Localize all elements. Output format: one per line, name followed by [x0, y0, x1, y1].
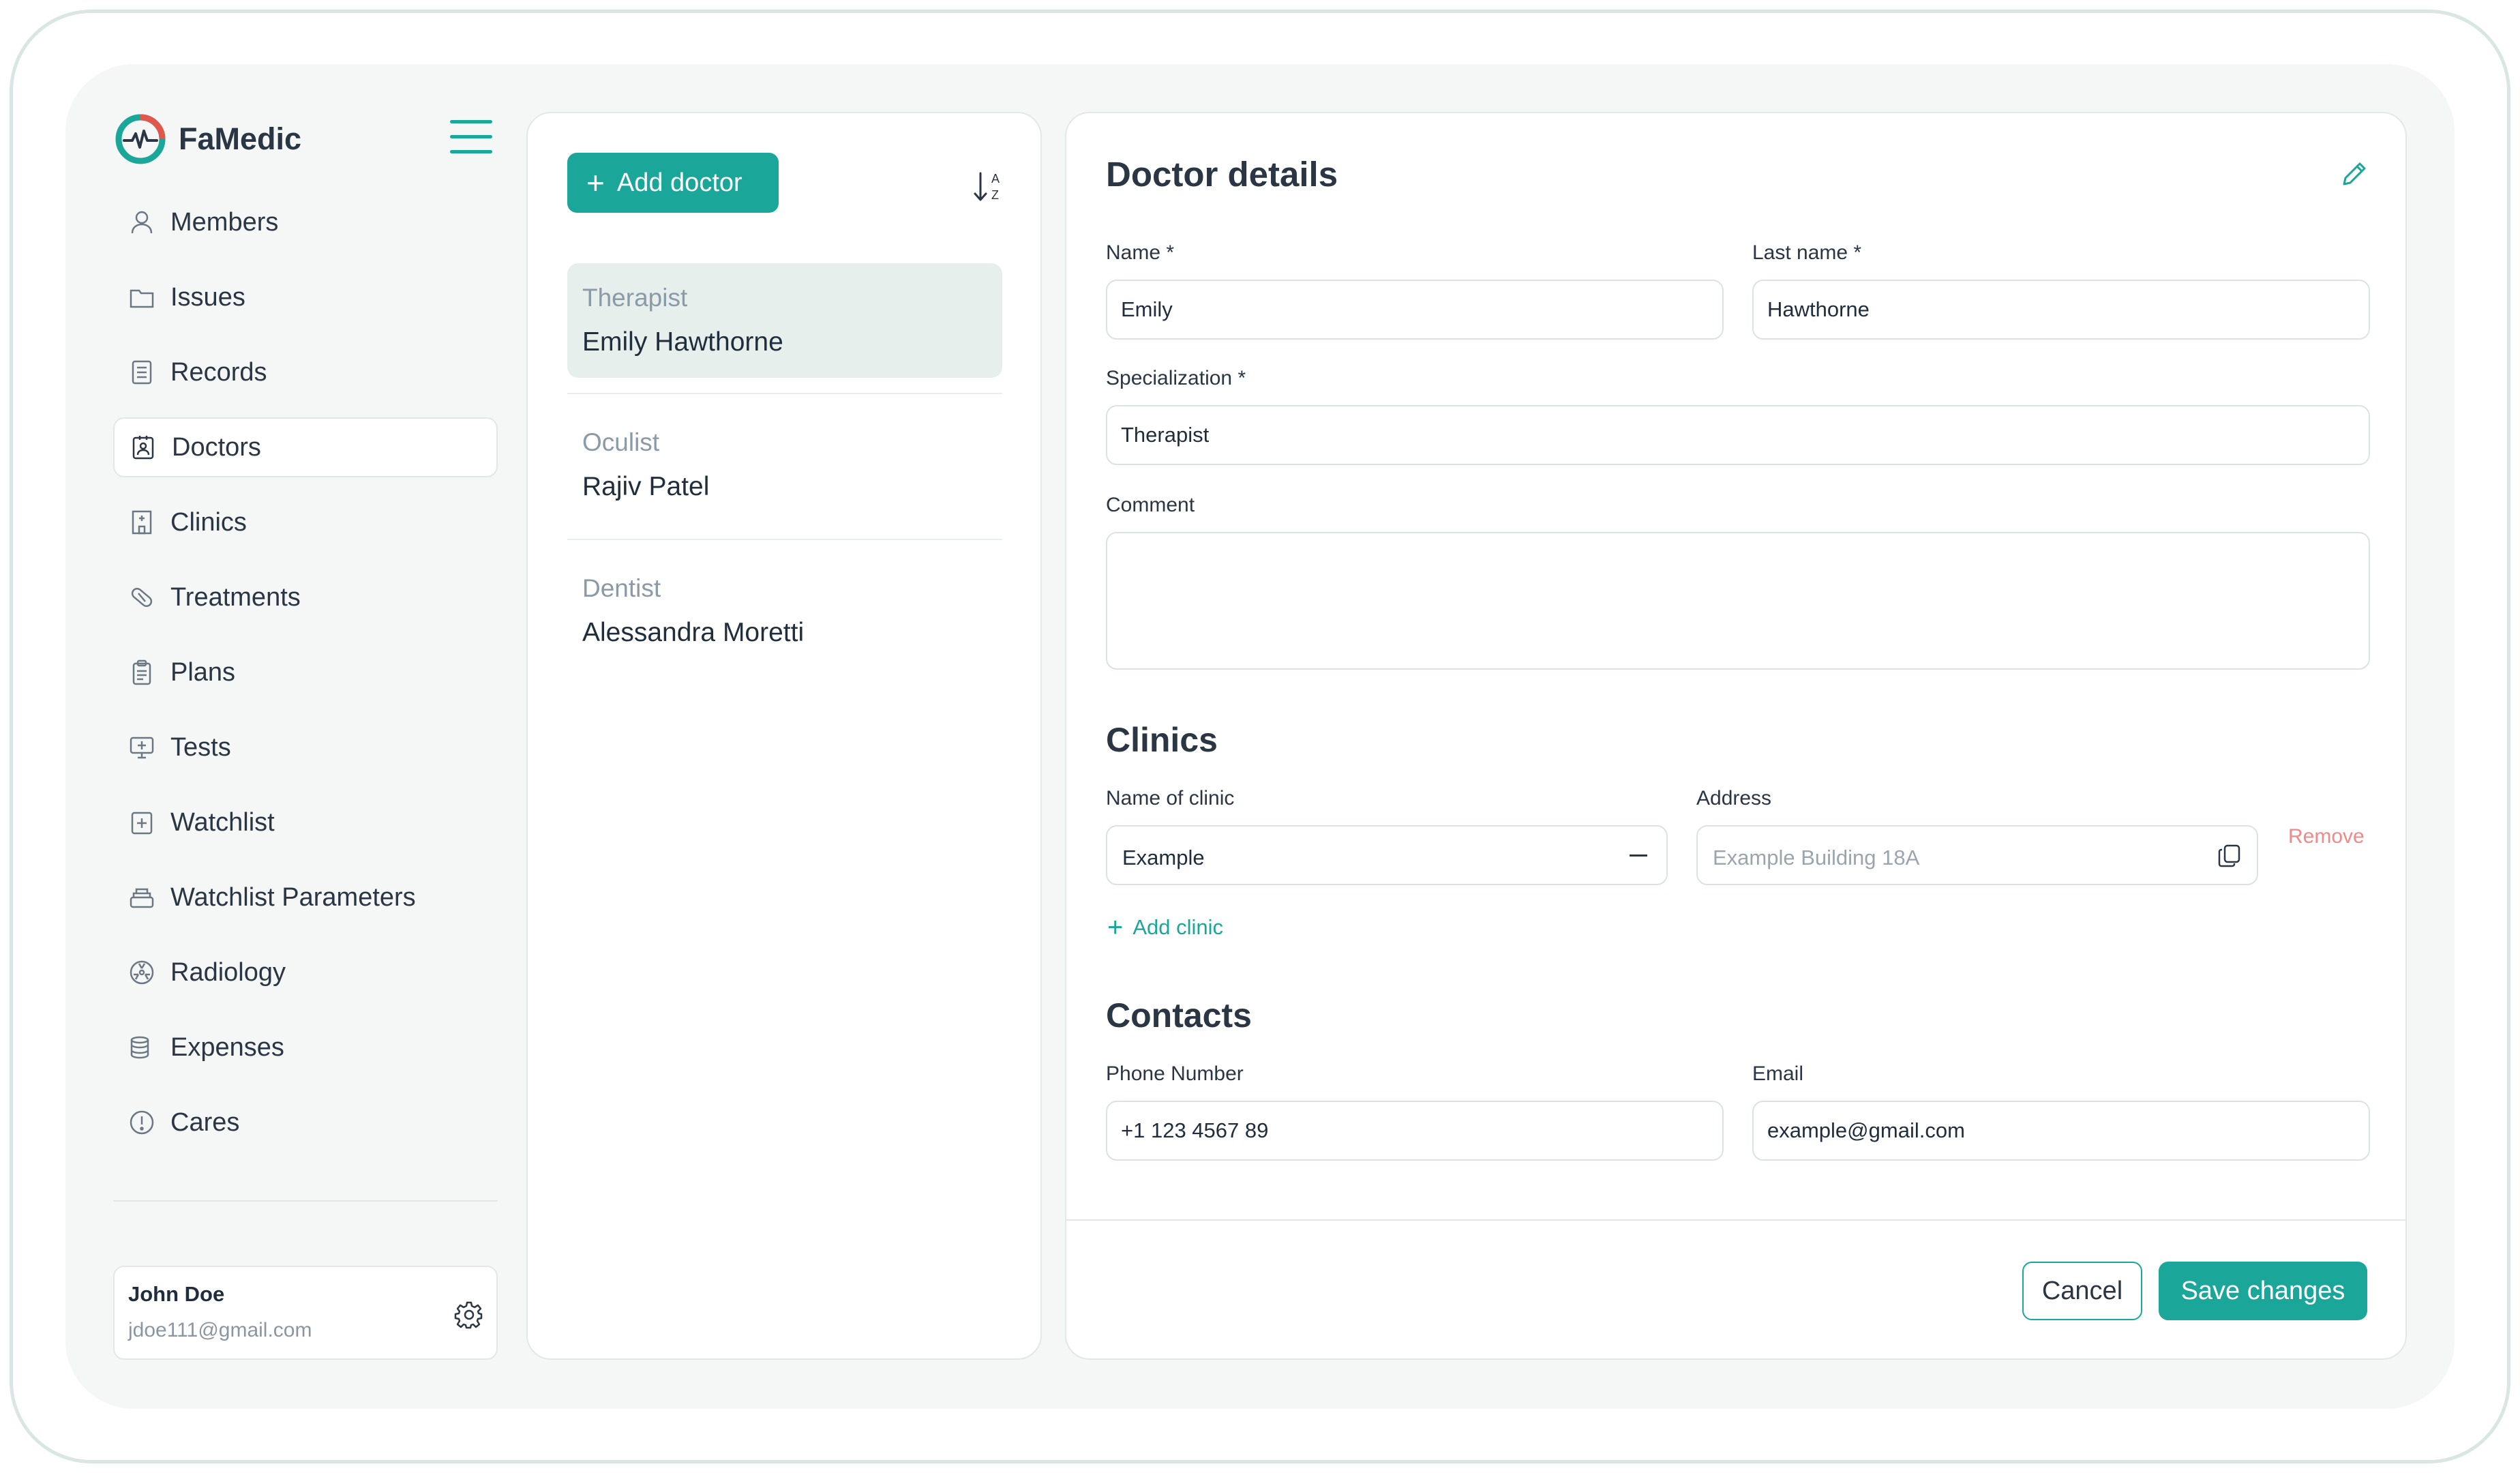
sidebar-item-label: Treatments [170, 582, 301, 612]
list-divider [567, 539, 1002, 540]
svg-text:Z: Z [991, 188, 999, 202]
pencil-icon[interactable] [2339, 158, 2370, 190]
add-doctor-button[interactable]: + Add doctor [567, 153, 779, 213]
stack-icon [127, 882, 157, 912]
famedic-logo-icon [115, 114, 166, 164]
address-label: Address [1696, 787, 1772, 809]
footer-divider [1066, 1219, 2405, 1221]
document-list-icon [127, 357, 157, 387]
name-label: Name * [1106, 241, 1175, 264]
sidebar-item-label: Radiology [170, 957, 286, 987]
add-clinic-button[interactable]: + Add clinic [1107, 914, 1223, 941]
sidebar-item-label: Watchlist [170, 807, 275, 837]
sidebar-item-label: Watchlist Parameters [170, 882, 416, 912]
comment-label: Comment [1106, 494, 1195, 516]
doctor-details-panel: Doctor details Name * Last name * Specia… [1065, 112, 2407, 1360]
coins-icon [127, 1032, 157, 1062]
doctor-specialization: Dentist [582, 574, 661, 602]
sidebar-item-radiology[interactable]: Radiology [113, 942, 498, 1002]
phone-label: Phone Number [1106, 1062, 1244, 1085]
clinic-name-select[interactable]: Example [1106, 825, 1668, 885]
add-doctor-label: Add doctor [616, 168, 742, 197]
clinics-title: Clinics [1106, 721, 1218, 759]
contacts-title: Contacts [1106, 996, 1252, 1035]
doctor-specialization: Oculist [582, 428, 660, 456]
sidebar-item-label: Records [170, 357, 267, 387]
sidebar-item-label: Clinics [170, 507, 247, 537]
doctor-list-panel: + Add doctor A Z Therapist Emily Hawthor… [526, 112, 1042, 1360]
sidebar-nav: Members Issues Records Doctors Clinics T… [113, 192, 498, 1167]
sidebar-item-label: Doctors [172, 432, 261, 462]
sidebar-item-label: Expenses [170, 1032, 284, 1062]
plus-icon: + [586, 165, 605, 200]
doctor-specialization: Therapist [582, 284, 688, 312]
clinic-name-value: Example [1122, 846, 1205, 869]
list-item-doctor[interactable]: Dentist Alessandra Moretti [567, 554, 1002, 668]
email-field[interactable] [1752, 1101, 2370, 1161]
list-divider [567, 393, 1002, 394]
user-icon [127, 207, 157, 237]
sidebar-item-issues[interactable]: Issues [113, 267, 498, 327]
doctor-badge-icon [128, 432, 158, 462]
doctor-name: Emily Hawthorne [582, 327, 783, 357]
copy-icon[interactable] [2216, 842, 2243, 869]
brand-name: FaMedic [179, 121, 302, 156]
add-clinic-label: Add clinic [1132, 915, 1224, 939]
hamburger-menu-icon[interactable] [450, 120, 492, 154]
email-label: Email [1752, 1062, 1804, 1085]
sidebar-item-plans[interactable]: Plans [113, 642, 498, 702]
cancel-button[interactable]: Cancel [2022, 1262, 2142, 1320]
specialization-field[interactable] [1106, 405, 2370, 465]
doctor-name: Alessandra Moretti [582, 618, 805, 647]
info-circle-icon [127, 1107, 157, 1137]
save-changes-button[interactable]: Save changes [2159, 1262, 2367, 1320]
sidebar-divider [113, 1200, 498, 1202]
name-field[interactable] [1106, 280, 1724, 340]
sidebar-item-members[interactable]: Members [113, 192, 498, 252]
hospital-icon [127, 507, 157, 537]
calendar-plus-icon [127, 807, 157, 837]
plus-icon: + [1107, 912, 1124, 942]
address-field[interactable]: Example Building 18A [1696, 825, 2258, 885]
sidebar-item-watchlist[interactable]: Watchlist [113, 792, 498, 852]
clinic-name-label: Name of clinic [1106, 787, 1235, 809]
sidebar-item-label: Members [170, 207, 279, 237]
sidebar-item-watchlist-parameters[interactable]: Watchlist Parameters [113, 867, 498, 927]
folder-icon [127, 282, 157, 312]
sidebar-item-tests[interactable]: Tests [113, 717, 498, 777]
sort-alpha-icon[interactable]: A Z [971, 168, 1008, 206]
sidebar-item-treatments[interactable]: Treatments [113, 567, 498, 627]
last-name-field[interactable] [1752, 280, 2370, 340]
monitor-plus-icon [127, 732, 157, 762]
sidebar-item-label: Tests [170, 732, 231, 762]
sidebar-item-cares[interactable]: Cares [113, 1092, 498, 1152]
collapse-icon [1630, 854, 1647, 857]
svg-text:A: A [991, 172, 1000, 185]
remove-clinic-link[interactable]: Remove [2288, 825, 2365, 848]
sidebar-item-label: Plans [170, 657, 236, 687]
gear-icon[interactable] [454, 1300, 484, 1330]
user-email: jdoe111@gmail.com [128, 1319, 312, 1341]
sidebar-item-clinics[interactable]: Clinics [113, 492, 498, 552]
sidebar-item-label: Issues [170, 282, 245, 312]
list-item-doctor[interactable]: Oculist Rajiv Patel [567, 408, 1002, 522]
pill-icon [127, 582, 157, 612]
sidebar-item-doctors[interactable]: Doctors [113, 417, 498, 477]
phone-field[interactable] [1106, 1101, 1724, 1161]
page-title: Doctor details [1106, 155, 1338, 194]
address-placeholder: Example Building 18A [1713, 846, 1920, 869]
list-item-doctor[interactable]: Therapist Emily Hawthorne [567, 263, 1002, 378]
comment-field[interactable] [1106, 532, 2370, 670]
brand: FaMedic [115, 113, 301, 165]
doctor-name: Rajiv Patel [582, 472, 710, 501]
last-name-label: Last name * [1752, 241, 1862, 264]
sidebar-item-records[interactable]: Records [113, 342, 498, 402]
sidebar-item-label: Cares [170, 1107, 240, 1137]
user-name: John Doe [128, 1282, 225, 1306]
sidebar-item-expenses[interactable]: Expenses [113, 1017, 498, 1077]
radiation-icon [127, 957, 157, 987]
clipboard-icon [127, 657, 157, 687]
user-card: John Doe jdoe111@gmail.com [113, 1266, 498, 1360]
specialization-label: Specialization * [1106, 367, 1246, 389]
